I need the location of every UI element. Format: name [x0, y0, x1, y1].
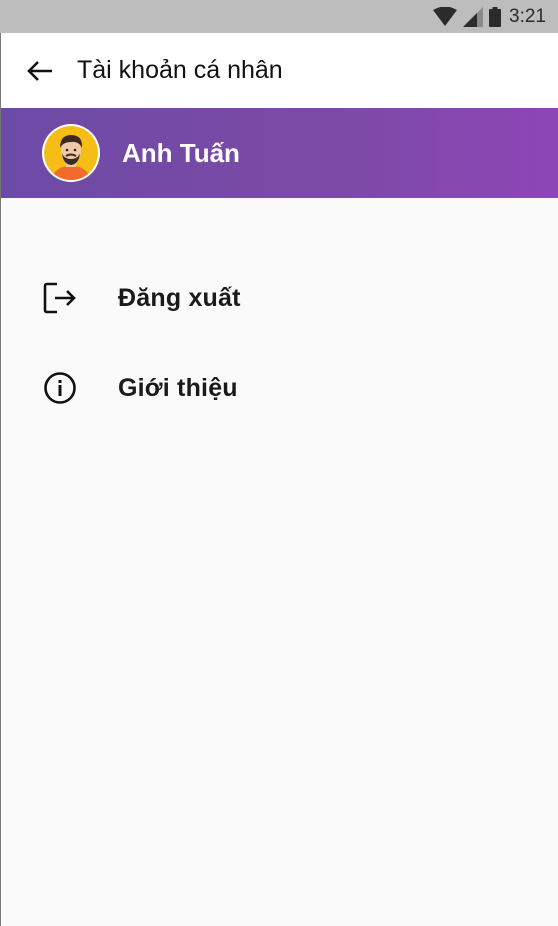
menu-item-label: Đăng xuất [118, 283, 241, 312]
logout-icon [42, 280, 78, 316]
menu-list: Đăng xuất Giới thiệu [0, 253, 558, 433]
status-bar: 3:21 [0, 0, 558, 33]
page-title: Tài khoản cá nhân [77, 56, 283, 84]
profile-banner: Anh Tuấn [0, 108, 558, 198]
signal-icon [463, 6, 484, 27]
arrow-left-icon [27, 60, 52, 81]
left-edge-divider [0, 33, 1, 926]
user-avatar-icon [44, 126, 98, 180]
menu-item-logout[interactable]: Đăng xuất [0, 253, 558, 343]
menu-item-label: Giới thiệu [118, 373, 238, 402]
back-button[interactable] [20, 51, 60, 91]
battery-icon [489, 6, 502, 27]
info-icon [42, 370, 78, 406]
menu-item-about[interactable]: Giới thiệu [0, 343, 558, 433]
status-time: 3:21 [509, 5, 546, 27]
user-name: Anh Tuấn [122, 137, 240, 168]
app-bar: Tài khoản cá nhân [0, 33, 558, 108]
wifi-icon [433, 6, 458, 27]
avatar[interactable] [42, 124, 100, 182]
